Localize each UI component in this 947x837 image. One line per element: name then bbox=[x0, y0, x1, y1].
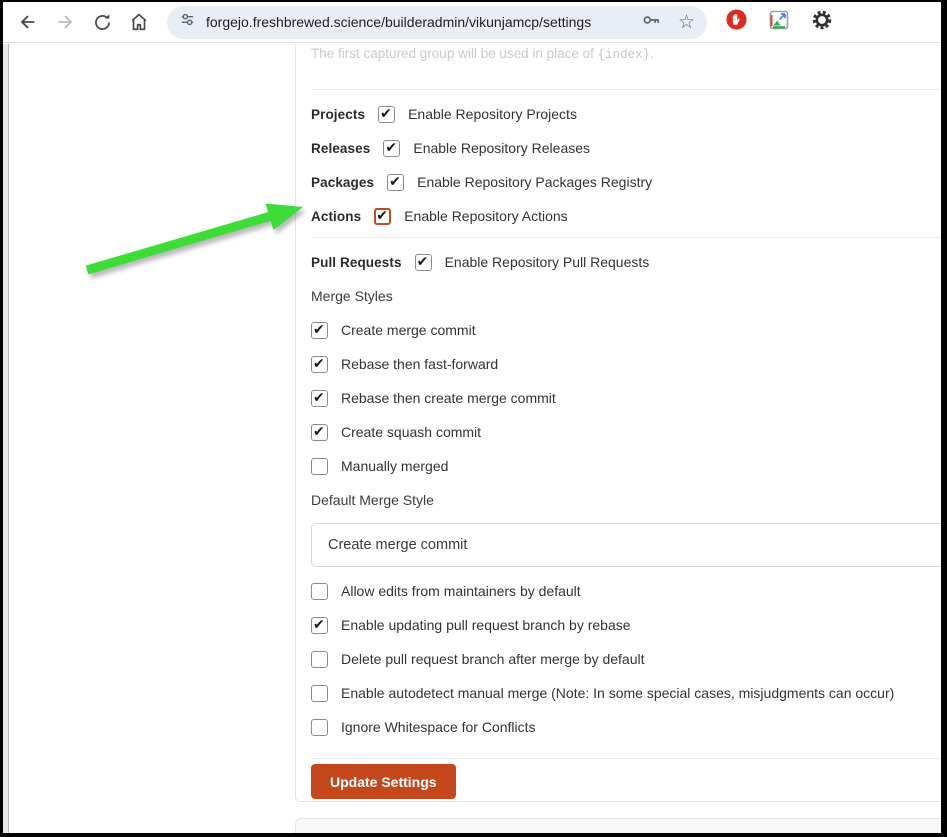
url-text[interactable]: forgejo.freshbrewed.science/builderadmin… bbox=[206, 14, 632, 30]
packages-checkbox[interactable] bbox=[387, 174, 404, 191]
autodetect-manual-merge-checkbox[interactable] bbox=[311, 685, 328, 702]
releases-checkbox[interactable] bbox=[383, 140, 400, 157]
merge-style-row: Rebase then create merge commit bbox=[311, 388, 941, 408]
create-merge-commit-checkbox[interactable] bbox=[311, 322, 328, 339]
pull-requests-row: Pull Requests Enable Repository Pull Req… bbox=[311, 252, 941, 272]
back-icon bbox=[17, 11, 39, 33]
actions-label: Actions bbox=[311, 209, 361, 224]
projects-checkbox-label[interactable]: Enable Repository Projects bbox=[408, 106, 577, 122]
packages-label: Packages bbox=[311, 175, 374, 190]
bookmark-star-icon[interactable]: ☆ bbox=[678, 13, 695, 32]
actions-checkbox-label[interactable]: Enable Repository Actions bbox=[404, 208, 567, 224]
update-settings-button[interactable]: Update Settings bbox=[311, 764, 456, 799]
settings-panel: The first captured group will be used in… bbox=[295, 44, 941, 802]
next-section-panel bbox=[295, 818, 941, 833]
forward-button[interactable] bbox=[50, 7, 80, 37]
pull-requests-label: Pull Requests bbox=[311, 255, 402, 270]
update-branch-by-rebase-label[interactable]: Enable updating pull request branch by r… bbox=[341, 617, 631, 633]
pull-requests-checkbox[interactable] bbox=[415, 254, 432, 271]
pr-option-row: Delete pull request branch after merge b… bbox=[311, 649, 941, 669]
reload-icon bbox=[92, 12, 113, 33]
home-button[interactable] bbox=[124, 7, 154, 37]
delete-branch-after-merge-checkbox[interactable] bbox=[311, 651, 328, 668]
rebase-fast-forward-label[interactable]: Rebase then fast-forward bbox=[341, 356, 498, 372]
manually-merged-checkbox[interactable] bbox=[311, 458, 328, 475]
default-merge-style-heading: Default Merge Style bbox=[311, 490, 941, 510]
merge-style-row: Manually merged bbox=[311, 456, 941, 476]
pr-option-row: Enable autodetect manual merge (Note: In… bbox=[311, 683, 941, 703]
releases-checkbox-label[interactable]: Enable Repository Releases bbox=[413, 140, 590, 156]
squash-commit-checkbox[interactable] bbox=[311, 424, 328, 441]
url-bar[interactable]: forgejo.freshbrewed.science/builderadmin… bbox=[167, 6, 707, 39]
actions-checkbox[interactable] bbox=[374, 208, 391, 225]
browser-window: forgejo.freshbrewed.science/builderadmin… bbox=[3, 2, 941, 833]
ignore-whitespace-label[interactable]: Ignore Whitespace for Conflicts bbox=[341, 719, 536, 735]
pr-option-row: Ignore Whitespace for Conflicts bbox=[311, 717, 941, 737]
section-divider bbox=[311, 237, 941, 238]
password-key-icon[interactable] bbox=[640, 9, 662, 36]
merge-style-row: Rebase then fast-forward bbox=[311, 354, 941, 374]
allow-maintainer-edits-label[interactable]: Allow edits from maintainers by default bbox=[341, 583, 581, 599]
page-content: The first captured group will be used in… bbox=[3, 44, 941, 833]
ignore-whitespace-checkbox[interactable] bbox=[311, 719, 328, 736]
section-divider bbox=[311, 758, 941, 759]
rebase-merge-commit-label[interactable]: Rebase then create merge commit bbox=[341, 390, 556, 406]
create-merge-commit-label[interactable]: Create merge commit bbox=[341, 322, 476, 338]
screenshot-extension-icon[interactable] bbox=[769, 10, 789, 35]
index-token: {index} bbox=[598, 48, 651, 62]
update-branch-by-rebase-checkbox[interactable] bbox=[311, 617, 328, 634]
pr-option-row: Enable updating pull request branch by r… bbox=[311, 615, 941, 635]
section-divider bbox=[311, 89, 941, 90]
reload-button[interactable] bbox=[87, 7, 117, 37]
site-info-icon[interactable] bbox=[179, 11, 196, 33]
releases-row: Releases Enable Repository Releases bbox=[311, 138, 941, 158]
home-icon bbox=[128, 11, 150, 33]
pr-option-row: Allow edits from maintainers by default bbox=[311, 581, 941, 601]
releases-label: Releases bbox=[311, 141, 370, 156]
forward-icon bbox=[54, 11, 76, 33]
default-merge-style-select[interactable]: Create merge commit bbox=[311, 523, 941, 567]
squash-commit-label[interactable]: Create squash commit bbox=[341, 424, 481, 440]
merge-style-row: Create squash commit bbox=[311, 422, 941, 442]
autodetect-manual-merge-label[interactable]: Enable autodetect manual merge (Note: In… bbox=[341, 685, 894, 701]
default-merge-style-value: Create merge commit bbox=[328, 537, 467, 553]
left-edge-strip bbox=[3, 44, 9, 833]
gear-extension-icon[interactable] bbox=[810, 8, 834, 37]
extensions-area bbox=[725, 8, 834, 37]
browser-toolbar: forgejo.freshbrewed.science/builderadmin… bbox=[3, 2, 941, 43]
merge-styles-heading: Merge Styles bbox=[311, 286, 941, 306]
packages-row: Packages Enable Repository Packages Regi… bbox=[311, 172, 941, 192]
allow-maintainer-edits-checkbox[interactable] bbox=[311, 583, 328, 600]
projects-checkbox[interactable] bbox=[378, 106, 395, 123]
delete-branch-after-merge-label[interactable]: Delete pull request branch after merge b… bbox=[341, 651, 645, 667]
regex-help-note: The first captured group will be used in… bbox=[311, 44, 941, 63]
rebase-merge-commit-checkbox[interactable] bbox=[311, 390, 328, 407]
merge-style-row: Create merge commit bbox=[311, 320, 941, 340]
pull-requests-checkbox-label[interactable]: Enable Repository Pull Requests bbox=[445, 254, 650, 270]
rebase-fast-forward-checkbox[interactable] bbox=[311, 356, 328, 373]
actions-row: Actions Enable Repository Actions bbox=[311, 206, 941, 226]
packages-checkbox-label[interactable]: Enable Repository Packages Registry bbox=[417, 174, 652, 190]
back-button[interactable] bbox=[13, 7, 43, 37]
projects-row: Projects Enable Repository Projects bbox=[311, 104, 941, 124]
projects-label: Projects bbox=[311, 107, 365, 122]
adblock-extension-icon[interactable] bbox=[725, 8, 748, 36]
manually-merged-label[interactable]: Manually merged bbox=[341, 458, 448, 474]
